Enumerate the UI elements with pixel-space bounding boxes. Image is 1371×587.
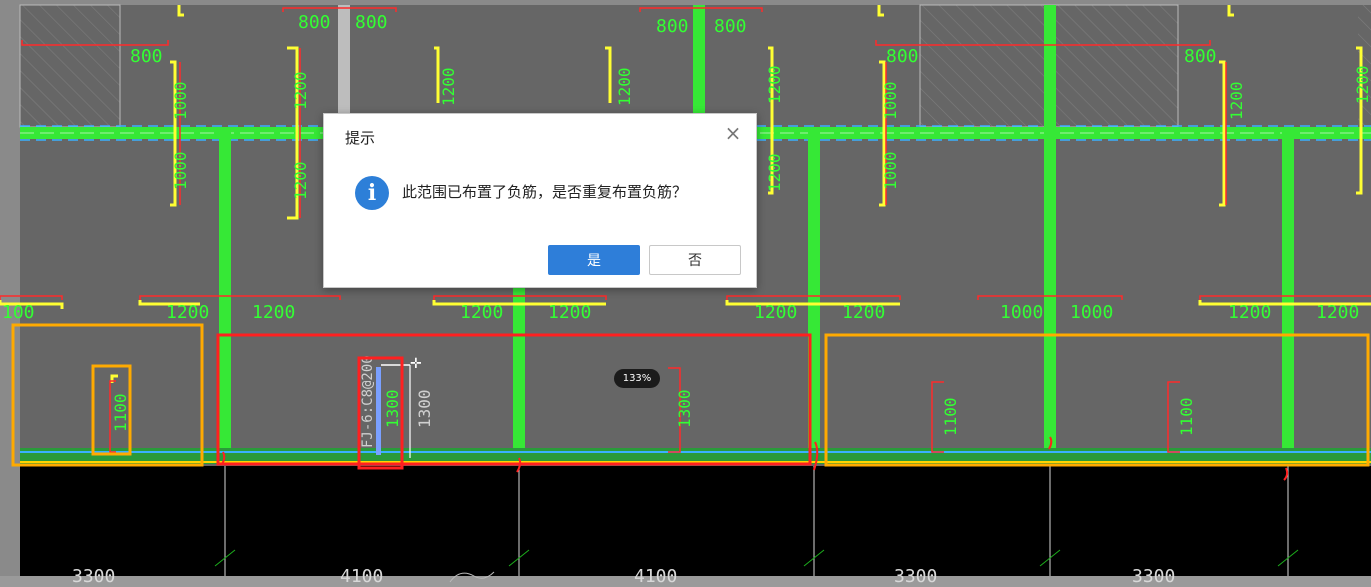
axis-span: 3300 [894, 566, 937, 587]
zoom-badge: 133% [614, 369, 660, 388]
dim-value: 1200 [754, 302, 797, 323]
dim-value: 800 [298, 12, 331, 33]
dim-value: 1200 [1227, 81, 1246, 120]
dim-value: 1300 [675, 389, 694, 428]
dim-value: 1200 [548, 302, 591, 323]
dim-value: 800 [656, 16, 689, 37]
dim-value: 800 [886, 46, 919, 67]
cursor-cross-icon: ✛ [410, 356, 422, 372]
confirm-dialog: 提示 × i 此范围已布置了负筋，是否重复布置负筋？ 是 否 [323, 113, 757, 288]
dim-value: 800 [355, 12, 388, 33]
dim-value: 1000 [881, 151, 900, 190]
dim-value: 1000 [171, 81, 190, 120]
dialog-title: 提示 [345, 129, 376, 147]
dim-value: 1200 [439, 67, 458, 106]
dim-value: 1100 [1177, 397, 1196, 436]
dim-value: 1200 [765, 65, 784, 104]
top-edge [0, 0, 1371, 5]
no-button[interactable]: 否 [649, 245, 741, 275]
axis-span: 4100 [634, 566, 677, 587]
hatched-area [19, 4, 121, 128]
dim-value: 1100 [111, 393, 130, 432]
dialog-message: 此范围已布置了负筋，是否重复布置负筋？ [402, 183, 688, 201]
active-rebar-bar [376, 367, 381, 455]
dim-value: 1000 [171, 151, 190, 190]
yes-button[interactable]: 是 [548, 245, 640, 275]
dim-value: 1200 [252, 302, 295, 323]
dim-value: 1200 [291, 71, 310, 110]
left-edge [0, 0, 20, 587]
dim-value: 1300 [415, 389, 434, 428]
dim-value: 1300 [383, 389, 402, 428]
dim-value: 800 [130, 46, 163, 67]
dim-value: 1200 [1228, 302, 1271, 323]
dim-value: 1100 [941, 397, 960, 436]
dim-value: 1200 [765, 153, 784, 192]
dim-value: 1200 [1353, 65, 1371, 104]
cad-drawing-canvas[interactable]: 800 800 800 800 800 800 800 100 1200 120… [0, 0, 1371, 587]
dim-value: 1200 [460, 302, 503, 323]
axis-span: 3300 [1132, 566, 1175, 587]
dim-value: 1000 [881, 81, 900, 120]
dim-value: 1200 [166, 302, 209, 323]
close-icon[interactable]: × [722, 122, 744, 144]
dim-value: 100 [2, 302, 35, 323]
axis-span: 4100 [340, 566, 383, 587]
dim-value: 1000 [1000, 302, 1043, 323]
dim-value: 1200 [291, 161, 310, 200]
axis-span: 3300 [72, 566, 115, 587]
info-icon: i [355, 176, 389, 210]
dim-value: 1200 [842, 302, 885, 323]
dim-value: 1000 [1070, 302, 1113, 323]
dim-value: 800 [1184, 46, 1217, 67]
dim-value: 1200 [1316, 302, 1359, 323]
dim-value: 1200 [615, 67, 634, 106]
dim-value: 800 [714, 16, 747, 37]
rebar-label: FJ-6:C8@200 [360, 355, 376, 448]
